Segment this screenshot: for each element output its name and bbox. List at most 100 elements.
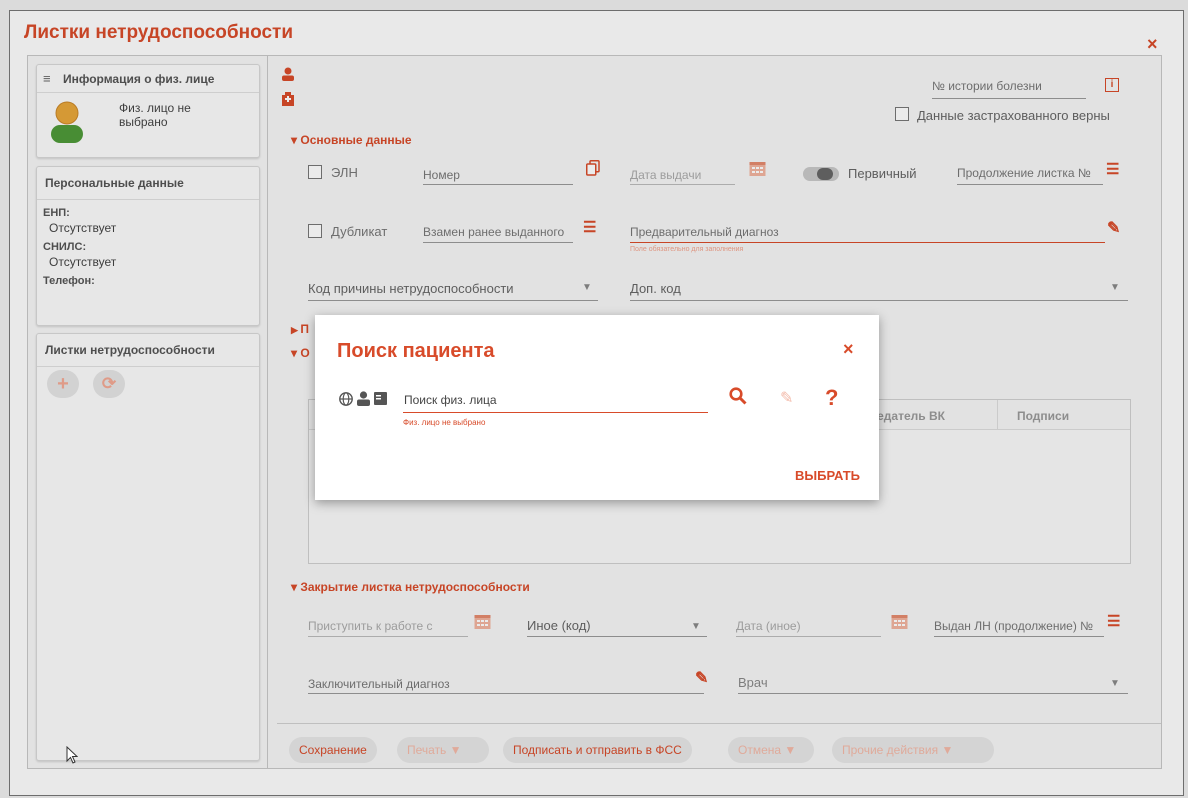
insured-data-label: Данные застрахованного верны xyxy=(917,108,1110,123)
person-status-line1: Физ. лицо не xyxy=(119,101,191,115)
caret-down-icon-3: ▾ xyxy=(291,580,301,594)
continuation-field[interactable] xyxy=(957,184,1103,185)
eln-checkbox[interactable] xyxy=(308,165,322,179)
patient-search-dialog: Поиск пациента × Поиск физ. лица Физ. ли… xyxy=(315,315,879,500)
sick-list-card: Листки нетрудоспособности + ⟳ xyxy=(36,333,260,761)
snils-label: СНИЛС: xyxy=(43,241,87,253)
history-number-label: № истории болезни xyxy=(932,79,1042,93)
prelim-diagnosis-label: Предварительный диагноз xyxy=(630,225,779,239)
dialog-title: Поиск пациента xyxy=(337,340,495,362)
issued-ln-field[interactable] xyxy=(934,636,1104,637)
caret-down-icon-2: ▾ xyxy=(291,346,301,360)
reason-dropdown-icon[interactable]: ▼ xyxy=(582,282,592,293)
final-diagnosis-pencil-icon[interactable]: ✎ xyxy=(695,668,708,688)
closing-section-title[interactable]: ▾ Закрытие листка нетрудоспособности xyxy=(291,580,530,594)
expanded-section-o[interactable]: ▾ О xyxy=(291,346,310,360)
doctor-select[interactable] xyxy=(738,693,1128,694)
start-work-label: Приступить к работе с xyxy=(308,619,433,633)
continuation-label: Продолжение листка № xyxy=(957,166,1091,180)
add-button[interactable]: + xyxy=(47,370,79,398)
hospital-icon[interactable] xyxy=(282,92,294,106)
list-icon[interactable]: ☰ xyxy=(1106,160,1119,178)
personal-data-card: Персональные данные ЕНП: Отсутствует СНИ… xyxy=(36,166,260,326)
patient-search-input[interactable]: Поиск физ. лица xyxy=(404,393,497,407)
start-work-field[interactable] xyxy=(308,636,468,637)
prelim-diagnosis-field[interactable] xyxy=(630,242,1105,243)
left-panel: ≡ Информация о физ. лице Физ. лицо не вы… xyxy=(28,56,268,768)
reason-code-select[interactable] xyxy=(308,300,598,301)
issue-date-field[interactable] xyxy=(630,184,735,185)
other-date-field[interactable] xyxy=(736,636,881,637)
caret-down-icon: ▾ xyxy=(291,133,301,147)
other-actions-button[interactable]: Прочие действия ▼ xyxy=(832,737,994,763)
eln-label: ЭЛН xyxy=(331,165,358,180)
caret-right-icon: ▶ xyxy=(291,325,301,335)
card-icon[interactable] xyxy=(374,392,387,405)
final-diagnosis-field[interactable] xyxy=(308,693,704,694)
print-button[interactable]: Печать ▼ xyxy=(397,737,489,763)
window-title: Листки нетрудоспособности xyxy=(24,22,294,43)
doctor-label: Врач xyxy=(738,675,768,690)
person-search-icon[interactable] xyxy=(357,391,370,406)
final-diagnosis-label: Заключительный диагноз xyxy=(308,677,450,691)
other-code-dropdown-icon[interactable]: ▼ xyxy=(691,621,701,632)
start-work-calendar-icon[interactable] xyxy=(474,613,491,630)
cancel-dropdown-icon: ▼ xyxy=(784,743,797,757)
sign-send-button[interactable]: Подписать и отправить в ФСС xyxy=(503,737,692,763)
issue-date-label: Дата выдачи xyxy=(630,168,702,182)
other-actions-dropdown-icon: ▼ xyxy=(941,743,954,757)
help-icon[interactable]: ? xyxy=(825,385,838,411)
instead-label: Взамен ранее выданного xyxy=(423,225,565,239)
person-avatar-icon xyxy=(51,101,83,143)
prelim-diagnosis-error: Поле обязательно для заполнения xyxy=(630,246,744,253)
search-icon[interactable] xyxy=(729,387,747,410)
number-field[interactable] xyxy=(423,184,573,185)
calendar-icon[interactable] xyxy=(749,160,766,177)
search-error-text: Физ. лицо не выбрано xyxy=(403,418,486,427)
main-section-title[interactable]: ▾ Основные данные xyxy=(291,133,412,147)
personal-data-header: Персональные данные xyxy=(37,167,259,200)
duplicate-checkbox[interactable] xyxy=(308,224,322,238)
select-button[interactable]: ВЫБРАТЬ xyxy=(795,468,860,483)
primary-toggle[interactable] xyxy=(803,167,839,181)
save-button[interactable]: Сохранение xyxy=(289,737,377,763)
reason-code-label: Код причины нетрудоспособности xyxy=(308,281,514,296)
info-icon[interactable]: i xyxy=(1105,78,1119,92)
other-date-calendar-icon[interactable] xyxy=(891,613,908,630)
duplicate-label: Дубликат xyxy=(331,224,388,239)
issued-ln-list-icon[interactable]: ☰ xyxy=(1107,612,1120,630)
insured-data-checkbox[interactable] xyxy=(895,107,909,121)
pencil-icon[interactable]: ✎ xyxy=(1107,218,1120,238)
edit-pencil-icon[interactable]: ✎ xyxy=(780,388,793,408)
instead-list-icon[interactable]: ☰ xyxy=(583,218,596,236)
other-code-select[interactable] xyxy=(527,636,707,637)
enp-label: ЕНП: xyxy=(43,207,70,219)
instead-field[interactable] xyxy=(423,242,573,243)
person-info-header: Информация о физ. лице xyxy=(63,72,215,86)
extra-code-select[interactable] xyxy=(630,300,1128,301)
window-close-icon[interactable]: × xyxy=(1147,34,1158,55)
cancel-button[interactable]: Отмена ▼ xyxy=(728,737,814,763)
person-icon[interactable] xyxy=(282,67,294,81)
collapsed-section-p[interactable]: ▶ П xyxy=(291,322,309,336)
number-label: Номер xyxy=(423,168,460,182)
enp-value: Отсутствует xyxy=(49,221,117,235)
print-dropdown-icon: ▼ xyxy=(449,743,462,757)
extra-dropdown-icon[interactable]: ▼ xyxy=(1110,282,1120,293)
person-info-card: ≡ Информация о физ. лице Физ. лицо не вы… xyxy=(36,64,260,158)
bottom-toolbar: Сохранение Печать ▼ Подписать и отправит… xyxy=(277,723,1161,768)
copy-icon[interactable] xyxy=(586,160,600,176)
globe-icon[interactable] xyxy=(339,392,353,406)
history-number-field[interactable] xyxy=(932,98,1086,99)
dialog-close-icon[interactable]: × xyxy=(843,339,854,360)
mouse-cursor-icon xyxy=(66,746,78,764)
menu-icon[interactable]: ≡ xyxy=(43,71,51,86)
refresh-icon[interactable]: ⟳ xyxy=(93,370,125,398)
other-date-label: Дата (иное) xyxy=(736,619,801,633)
primary-label: Первичный xyxy=(848,166,917,181)
sick-list-header: Листки нетрудоспособности xyxy=(37,334,259,367)
person-status-line2: выбрано xyxy=(119,115,168,129)
table-header-signatures: Подписи xyxy=(1017,409,1070,423)
doctor-dropdown-icon[interactable]: ▼ xyxy=(1110,678,1120,689)
other-code-label: Иное (код) xyxy=(527,618,591,633)
